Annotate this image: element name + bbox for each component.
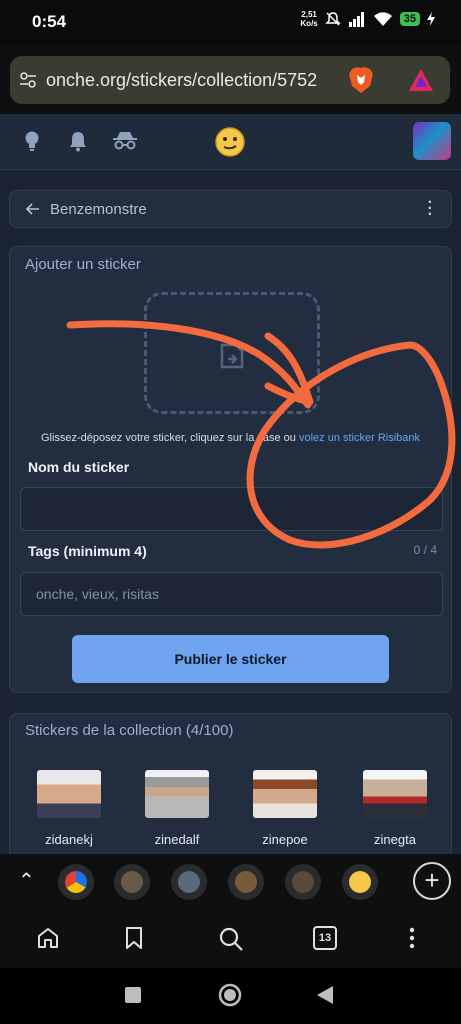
page-content: Benzemonstre · · · Ajouter un sticker Glis… xyxy=(0,170,461,854)
add-sticker-card: Ajouter un sticker Glissez-déposez votre… xyxy=(9,246,452,693)
collection-card: Stickers de la collection (4/100) zidane… xyxy=(9,713,452,854)
back-arrow-icon[interactable] xyxy=(26,203,40,215)
sticker-image[interactable] xyxy=(37,770,101,818)
dropzone-help: Glissez-déposez votre sticker, cliquez s… xyxy=(10,432,451,444)
url-text[interactable]: onche.org/stickers/collection/5752 xyxy=(46,70,336,91)
back-triangle-icon[interactable] xyxy=(316,985,334,1005)
menu-dots-icon[interactable] xyxy=(408,926,416,955)
site-logo-icon[interactable] xyxy=(214,126,246,163)
brave-rewards-icon[interactable] xyxy=(408,68,434,97)
tags-counter: 0 / 4 xyxy=(413,543,437,557)
lightbulb-icon[interactable] xyxy=(22,130,42,157)
battery-level: 35 xyxy=(399,12,420,26)
site-settings-icon[interactable] xyxy=(10,72,46,88)
risibank-link[interactable]: volez un sticker Risibank xyxy=(299,432,420,444)
sticker-image[interactable] xyxy=(145,770,209,818)
sticker-item[interactable]: zinedalf xyxy=(142,770,212,847)
sticker-dropzone[interactable] xyxy=(144,292,320,414)
sticker-name: zinedalf xyxy=(154,832,200,847)
mute-icon xyxy=(324,12,341,26)
tab-thumbnail[interactable] xyxy=(58,864,94,900)
bookmark-icon[interactable] xyxy=(124,926,144,955)
browser-address-area: onche.org/stickers/collection/5752 xyxy=(0,46,461,114)
sticker-name-input[interactable] xyxy=(20,487,443,531)
breadcrumb[interactable]: Benzemonstre · · · xyxy=(9,190,452,228)
user-avatar[interactable] xyxy=(413,122,451,160)
collection-title: Stickers de la collection (4/100) xyxy=(25,722,234,739)
more-options-icon[interactable]: · · · xyxy=(428,195,433,223)
status-bar: 0:54 2,51 Ko/s 35 xyxy=(0,0,461,46)
collection-owner-name[interactable]: Benzemonstre xyxy=(50,201,147,218)
search-icon[interactable] xyxy=(218,926,244,957)
clock: 0:54 xyxy=(32,12,67,31)
wifi-icon xyxy=(373,12,392,26)
net-speed: 2,51 Ko/s xyxy=(300,10,317,28)
file-upload-icon xyxy=(220,343,244,369)
charging-icon xyxy=(427,12,435,26)
net-speed-value: 2,51 xyxy=(301,10,317,19)
home-icon[interactable] xyxy=(36,926,60,955)
status-icons: 2,51 Ko/s 35 xyxy=(300,10,435,28)
dropzone-help-text: Glissez-déposez votre sticker, cliquez s… xyxy=(40,432,299,444)
sticker-item[interactable]: zidanekj xyxy=(34,770,104,847)
tab-count-button[interactable]: 13 xyxy=(313,926,337,950)
net-speed-unit: Ko/s xyxy=(300,19,318,28)
tags-input[interactable]: onche, vieux, risitas xyxy=(20,572,443,616)
tab-thumbnail[interactable] xyxy=(228,864,264,900)
tags-label: Tags (minimum 4) xyxy=(28,543,147,559)
tab-thumbnail[interactable] xyxy=(114,864,150,900)
home-circle-icon[interactable] xyxy=(218,983,242,1007)
sticker-item[interactable]: zinepoe xyxy=(250,770,320,847)
recents-icon[interactable] xyxy=(124,986,142,1004)
tab-thumbnail[interactable] xyxy=(171,864,207,900)
sticker-name: zinegta xyxy=(374,832,416,847)
address-bar[interactable]: onche.org/stickers/collection/5752 xyxy=(10,56,450,104)
tab-thumbnail[interactable] xyxy=(285,864,321,900)
open-tabs-strip: ⌃ + xyxy=(0,854,461,910)
publish-sticker-button[interactable]: Publier le sticker xyxy=(72,635,389,683)
add-sticker-title: Ajouter un sticker xyxy=(25,256,141,273)
chevron-up-icon[interactable]: ⌃ xyxy=(18,868,35,893)
sticker-name: zinepoe xyxy=(262,832,308,847)
sticker-item[interactable]: zinegta xyxy=(360,770,430,847)
bell-icon[interactable] xyxy=(68,130,88,157)
sticker-name-label: Nom du sticker xyxy=(28,459,130,475)
brave-shields-icon[interactable] xyxy=(348,66,374,99)
browser-toolbar: 13 xyxy=(0,910,461,968)
sticker-name: zidanekj xyxy=(45,832,93,847)
sticker-image[interactable] xyxy=(363,770,427,818)
site-header xyxy=(0,114,461,170)
new-tab-button[interactable]: + xyxy=(413,862,451,900)
sticker-image[interactable] xyxy=(253,770,317,818)
tab-thumbnail[interactable] xyxy=(342,864,378,900)
system-navigation-bar xyxy=(0,968,461,1024)
incognito-icon[interactable] xyxy=(112,130,138,157)
signal-icon xyxy=(348,12,364,27)
